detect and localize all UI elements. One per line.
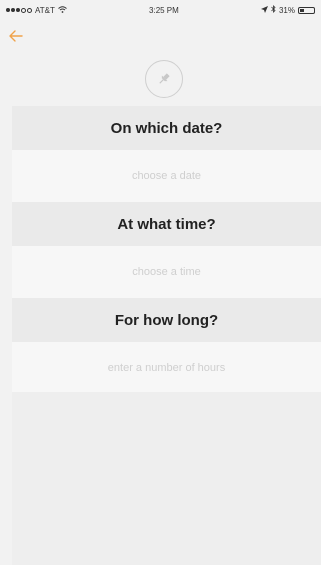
- duration-field[interactable]: [12, 342, 321, 394]
- battery-level: [299, 8, 304, 12]
- wifi-icon: [58, 5, 67, 15]
- arrow-left-icon: [9, 30, 23, 42]
- empty-panel: [12, 392, 321, 565]
- clock: 3:25 PM: [149, 5, 179, 15]
- status-bar: AT&T 3:25 PM 31%: [0, 0, 321, 20]
- bluetooth-icon: [271, 5, 276, 15]
- back-button[interactable]: [6, 28, 26, 48]
- signal-icon: [6, 7, 32, 13]
- carrier-label: AT&T: [35, 5, 55, 15]
- time-input[interactable]: [12, 265, 321, 279]
- duration-question: For how long?: [12, 298, 321, 342]
- time-field[interactable]: [12, 246, 321, 298]
- time-question: At what time?: [12, 202, 321, 246]
- date-input[interactable]: [12, 169, 321, 183]
- battery-percent: 31%: [278, 5, 295, 15]
- status-left: AT&T: [6, 6, 67, 15]
- pin-icon: [159, 73, 170, 84]
- location-icon: [260, 5, 268, 15]
- duration-input[interactable]: [12, 361, 321, 375]
- status-right: 31%: [260, 5, 315, 15]
- date-question: On which date?: [12, 106, 321, 150]
- battery-icon: [297, 6, 315, 14]
- date-field[interactable]: [12, 150, 321, 202]
- pin-badge: [145, 60, 183, 98]
